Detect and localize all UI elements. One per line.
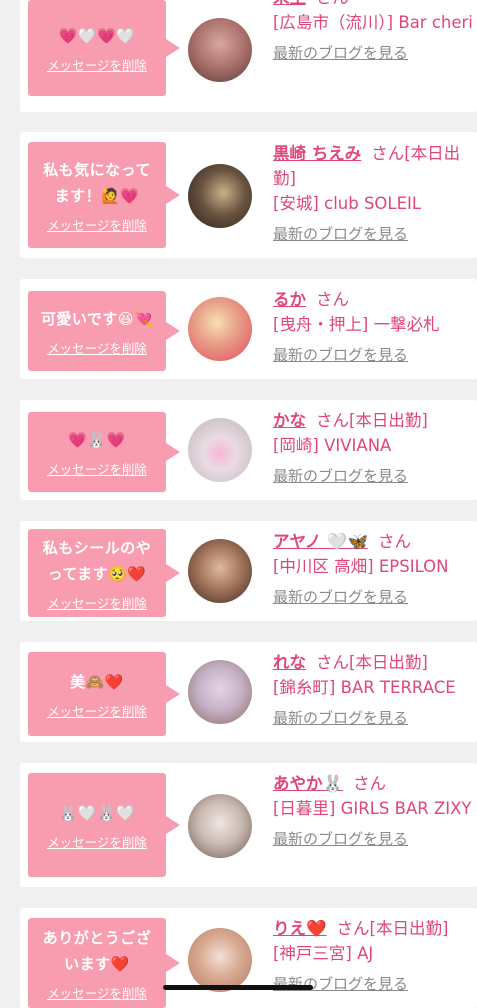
message-list: 💗🤍💗🤍 メッセージを削除 未生さん [広島市（流川）] Bar cheri 最… (0, 0, 477, 1008)
list-item: ありがとうございます❤️ メッセージを削除 りえ❤️ さん[本日出勤] [神戸三宮… (20, 908, 477, 1008)
home-indicator[interactable] (163, 985, 313, 990)
message-text: 可愛いです😆💘 (40, 309, 154, 328)
message-bubble: 可愛いです😆💘 メッセージを削除 (28, 291, 180, 371)
shop-area: [日暮里] GIRLS BAR ZIXY (273, 799, 472, 818)
profile-name-link[interactable]: あやか🐰 (273, 774, 343, 793)
profile-name-link[interactable]: かな (273, 411, 306, 430)
list-item: 美🙈❤️ メッセージを削除 れな さん[本日出勤] [錦糸町] BAR TERRA… (20, 642, 477, 742)
avatar[interactable] (188, 660, 252, 724)
latest-blog-link[interactable]: 最新のブログを見る (273, 464, 408, 489)
shop-area: [錦糸町] BAR TERRACE (273, 678, 456, 697)
avatar[interactable] (188, 418, 252, 482)
avatar[interactable] (188, 539, 252, 603)
message-bubble: ありがとうございます❤️ メッセージを削除 (28, 918, 180, 1008)
message-text: 💗🐰💗 (68, 430, 126, 449)
list-item: 🐰🤍🐰🤍 メッセージを削除 あやか🐰 さん [日暮里] GIRLS BAR ZIX… (20, 763, 477, 887)
delete-message-link[interactable]: メッセージを削除 (47, 459, 147, 478)
message-bubble: 💗🤍💗🤍 メッセージを削除 (28, 0, 180, 96)
latest-blog-link[interactable]: 最新のブログを見る (273, 585, 408, 610)
list-item: 💗🤍💗🤍 メッセージを削除 未生 さん [広島市（流川）] Bar cheri 最… (20, 0, 477, 112)
message-text: 🐰🤍🐰🤍 (58, 803, 136, 822)
profile-name-link[interactable]: 未生 (273, 0, 306, 7)
name-suffix: さん (316, 0, 349, 7)
delete-message-link[interactable]: メッセージを削除 (47, 983, 147, 1002)
shop-area: [岡崎] VIVIANA (273, 436, 392, 455)
name-suffix: さん[本日出勤] (316, 653, 428, 672)
latest-blog-link[interactable]: 最新のブログを見る (273, 41, 408, 66)
avatar[interactable] (188, 297, 252, 361)
avatar[interactable] (188, 18, 252, 82)
profile-name-link[interactable]: りえ❤️ (273, 919, 327, 938)
avatar[interactable] (188, 164, 252, 228)
name-suffix: さん[本日出勤] (316, 411, 428, 430)
list-item: 可愛いです😆💘 メッセージを削除 るか さん [曳舟・押上] 一撃必札 最新のブロ… (20, 279, 477, 379)
delete-message-link[interactable]: メッセージを削除 (47, 593, 147, 612)
message-text: 美🙈❤️ (70, 672, 124, 691)
avatar[interactable] (188, 794, 252, 858)
delete-message-link[interactable]: メッセージを削除 (47, 215, 147, 234)
delete-message-link[interactable]: メッセージを削除 (47, 832, 147, 851)
delete-message-link[interactable]: メッセージを削除 (47, 338, 147, 357)
profile-name-link[interactable]: れな (273, 653, 306, 672)
message-text: 💗🤍💗🤍 (58, 26, 136, 45)
message-bubble: 私もシールのやってます🥺❤️ メッセージを削除 (28, 529, 180, 617)
shop-area: [曳舟・押上] 一撃必札 (273, 315, 440, 334)
list-item: 私もシールのやってます🥺❤️ メッセージを削除 アヤノ 🤍🦋 さん [中川区 高畑… (20, 521, 477, 621)
message-text: 私もシールのやってます🥺❤️ (42, 538, 152, 583)
message-bubble: 美🙈❤️ メッセージを削除 (28, 652, 180, 736)
list-item: 💗🐰💗 メッセージを削除 かな さん[本日出勤] [岡崎] VIVIANA 最新の… (20, 400, 477, 500)
delete-message-link[interactable]: メッセージを削除 (47, 55, 147, 74)
delete-message-link[interactable]: メッセージを削除 (47, 701, 147, 720)
message-bubble: 私も気になってます！🙋💗 メッセージを削除 (28, 142, 180, 248)
shop-area: [広島市（流川）] Bar cheri (273, 13, 473, 32)
latest-blog-link[interactable]: 最新のブログを見る (273, 222, 408, 247)
message-text: ありがとうございます❤️ (42, 928, 152, 973)
latest-blog-link[interactable]: 最新のブログを見る (273, 827, 408, 852)
name-suffix: さん (353, 774, 387, 793)
list-item: 私も気になってます！🙋💗 メッセージを削除 黒崎 ちえみ さん[本日出勤] [安城… (20, 132, 477, 258)
name-suffix: さん[本日出勤] (336, 919, 449, 938)
message-bubble: 🐰🤍🐰🤍 メッセージを削除 (28, 773, 180, 877)
avatar[interactable] (188, 928, 252, 992)
profile-name-link[interactable]: 黒崎 ちえみ (273, 144, 361, 163)
profile-name-link[interactable]: アヤノ 🤍🦋 (273, 532, 368, 551)
shop-area: [中川区 高畑] EPSILON (273, 557, 449, 576)
name-suffix: さん (378, 532, 412, 551)
message-bubble: 💗🐰💗 メッセージを削除 (28, 412, 180, 492)
name-suffix: さん (316, 290, 349, 309)
profile-name-link[interactable]: るか (273, 290, 306, 309)
shop-area: [安城] club SOLEIL (273, 194, 422, 213)
message-text: 私も気になってます！🙋💗 (43, 160, 151, 205)
latest-blog-link[interactable]: 最新のブログを見る (273, 706, 408, 731)
shop-area: [神戸三宮] AJ (273, 944, 374, 963)
latest-blog-link[interactable]: 最新のブログを見る (273, 343, 408, 368)
